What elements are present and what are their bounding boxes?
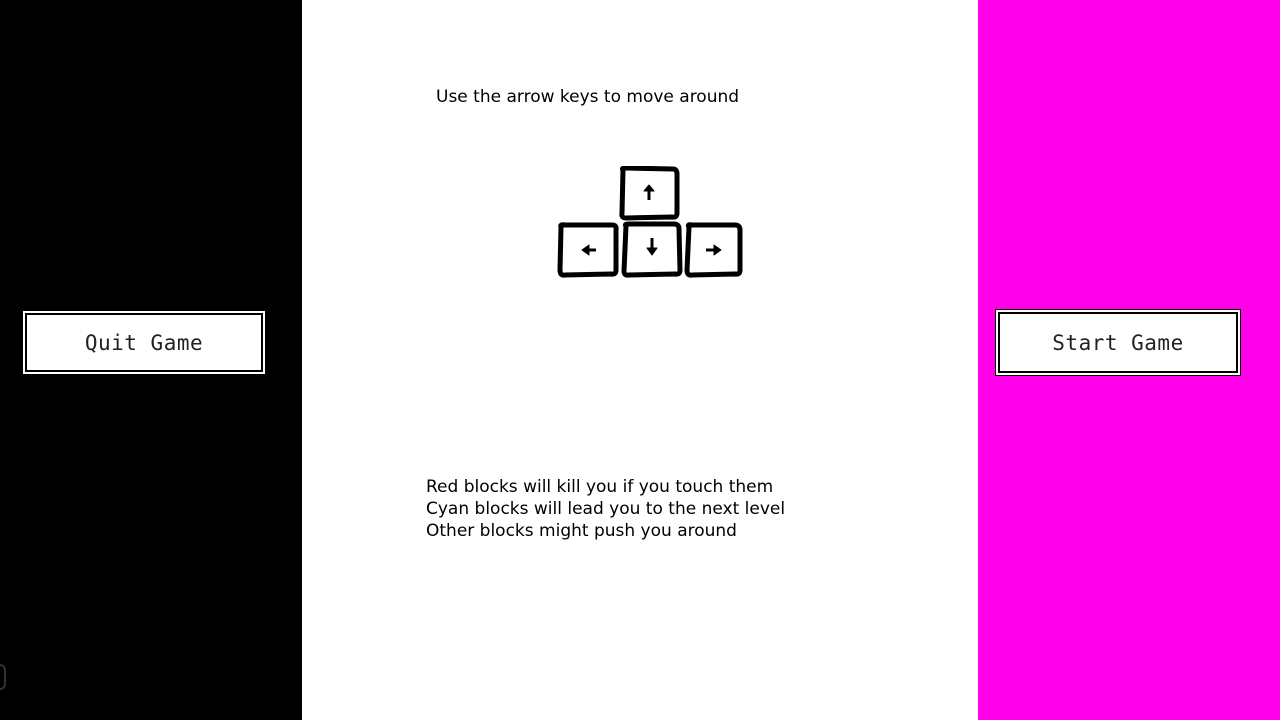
right-arrow-key-icon: [684, 222, 743, 278]
up-arrow-key-icon: [619, 166, 680, 221]
game-menu-screen: Quit Game Use the arrow keys to move aro…: [0, 0, 1280, 720]
down-arrow-key-icon: [621, 221, 683, 278]
left-arrow-key-icon: [557, 222, 619, 278]
rule-cyan-blocks: Cyan blocks will lead you to the next le…: [426, 499, 786, 519]
rule-red-blocks: Red blocks will kill you if you touch th…: [426, 477, 774, 497]
left-panel: Quit Game: [0, 0, 302, 720]
arrow-keys-illustration: [557, 166, 743, 278]
rules-list: Red blocks will kill you if you touch th…: [426, 476, 785, 542]
corner-glyph: [0, 664, 6, 690]
instructions-panel: Use the arrow keys to move around Red bl…: [302, 0, 978, 720]
right-panel: Start Game: [978, 0, 1280, 720]
start-game-button[interactable]: Start Game: [996, 310, 1240, 375]
instructions-heading: Use the arrow keys to move around: [436, 87, 740, 107]
quit-game-button[interactable]: Quit Game: [23, 311, 265, 374]
rule-other-blocks: Other blocks might push you around: [426, 521, 737, 541]
